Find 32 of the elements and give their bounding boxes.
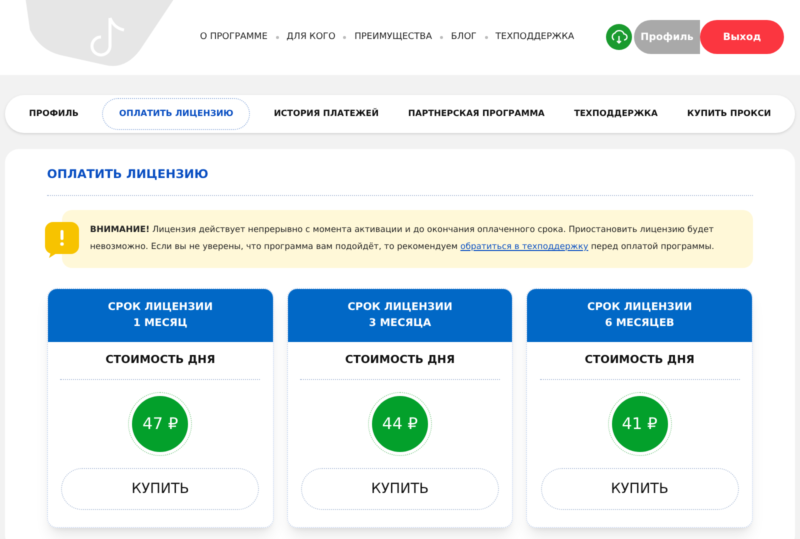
tab[interactable]: ИСТОРИЯ ПЛАТЕЖЕЙ [268,98,385,130]
tab[interactable]: ТЕХПОДДЕРЖКА [568,98,664,130]
price-badge: 44 ₽ [372,396,428,452]
plan-title: СРОК ЛИЦЕНЗИИ [108,300,213,315]
plan-term: 3 МЕСЯЦА [368,316,432,330]
nav-link[interactable]: ТЕХПОДДЕРЖКА [496,30,574,44]
price-badge: 47 ₽ [132,396,188,452]
plan-term: 1 МЕСЯЦ [133,316,188,330]
cloud-download-icon[interactable] [606,24,632,50]
nav-link[interactable]: ДЛЯ КОГО [286,30,336,44]
warning-text: ВНИМАНИЕ! Лицензия действует непрерывно с момента активации и до окончания оплаченного срока. Приостановить лицензию будет невозможно. Если вы не уверены, что программа вам подойдёт, то рекомендуем обратиться в техподдержку перед оплатой программы. [90,224,716,254]
warning-icon [45,222,79,258]
price-badge: 41 ₽ [612,396,668,452]
tab[interactable]: ПАРТНЕРСКАЯ ПРОГРАММА [402,98,551,130]
buy-button[interactable]: КУПИТЬ [300,468,499,510]
support-link[interactable]: обратиться в техподдержку [460,242,588,252]
plan-title: СРОК ЛИЦЕНЗИИ [587,300,692,315]
nav-link[interactable]: ПРЕИМУЩЕСТВА [354,30,432,44]
buy-button[interactable]: КУПИТЬ [540,468,739,510]
price-label: СТОИМОСТЬ ДНЯ [105,352,216,368]
section-title: ОПЛАТИТЬ ЛИЦЕНЗИЮ [47,165,753,196]
buy-button[interactable]: КУПИТЬ [61,468,260,510]
plan-term: 6 МЕСЯЦЕВ [605,316,674,330]
tab[interactable]: КУПИТЬ ПРОКСИ [681,98,777,130]
price-label: СТОИМОСТЬ ДНЯ [584,352,694,368]
plan-title: СРОК ЛИЦЕНЗИИ [348,300,452,315]
price-label: СТОИМОСТЬ ДНЯ [345,352,455,368]
logout-button[interactable]: Выход [700,20,784,54]
nav-link[interactable]: БЛОГ [451,30,477,44]
tab[interactable]: ПРОФИЛЬ [23,98,85,130]
tab[interactable]: ОПЛАТИТЬ ЛИЦЕНЗИЮ [102,98,250,130]
nav-link[interactable]: О ПРОГРАММЕ [200,30,268,44]
